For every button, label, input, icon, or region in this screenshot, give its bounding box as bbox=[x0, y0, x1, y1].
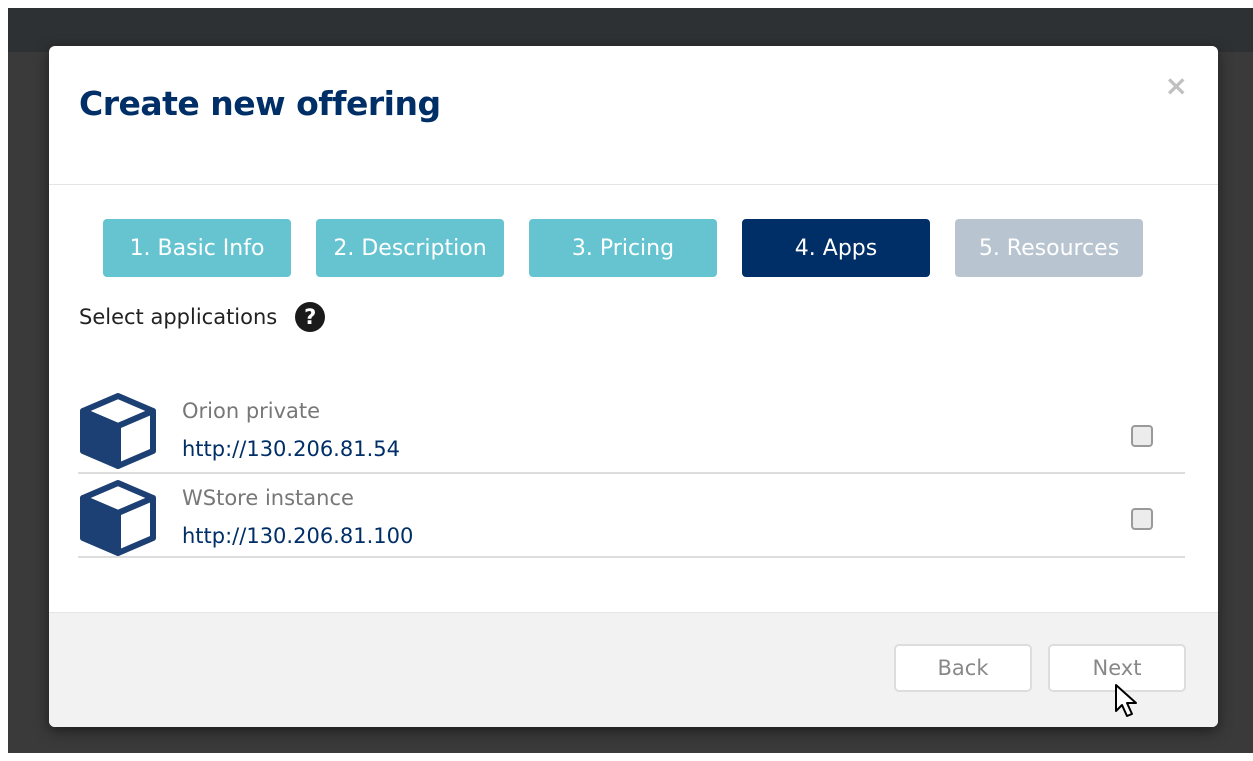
help-icon[interactable]: ? bbox=[295, 302, 326, 332]
modal-header: Create new offering × bbox=[49, 46, 1218, 185]
select-applications-heading: Select applications ? bbox=[79, 302, 326, 332]
list-item: WStore instance http://130.206.81.100 bbox=[78, 474, 1185, 558]
step-pricing[interactable]: 3. Pricing bbox=[529, 219, 717, 277]
create-offering-modal: Create new offering × 1. Basic Info 2. D… bbox=[49, 46, 1218, 727]
application-list: Orion private http://130.206.81.54 WStor… bbox=[78, 387, 1185, 558]
step-apps[interactable]: 4. Apps bbox=[742, 219, 930, 277]
app-name: Orion private bbox=[182, 399, 321, 423]
app-name: WStore instance bbox=[182, 486, 354, 510]
app-checkbox[interactable] bbox=[1131, 508, 1153, 530]
app-url[interactable]: http://130.206.81.100 bbox=[182, 524, 413, 548]
step-basic-info[interactable]: 1. Basic Info bbox=[103, 219, 291, 277]
app-checkbox[interactable] bbox=[1131, 425, 1153, 447]
cube-icon bbox=[80, 393, 156, 469]
modal-title: Create new offering bbox=[79, 84, 441, 123]
list-item: Orion private http://130.206.81.54 bbox=[78, 387, 1185, 474]
cube-icon bbox=[80, 480, 156, 556]
next-button[interactable]: Next bbox=[1048, 644, 1186, 692]
close-button[interactable]: × bbox=[1165, 72, 1188, 100]
step-description[interactable]: 2. Description bbox=[316, 219, 504, 277]
wizard-steps: 1. Basic Info 2. Description 3. Pricing … bbox=[103, 219, 1168, 277]
app-url[interactable]: http://130.206.81.54 bbox=[182, 437, 400, 461]
modal-footer: Back Next bbox=[49, 612, 1218, 727]
step-resources[interactable]: 5. Resources bbox=[955, 219, 1143, 277]
back-button[interactable]: Back bbox=[894, 644, 1032, 692]
select-applications-label: Select applications bbox=[79, 305, 278, 329]
